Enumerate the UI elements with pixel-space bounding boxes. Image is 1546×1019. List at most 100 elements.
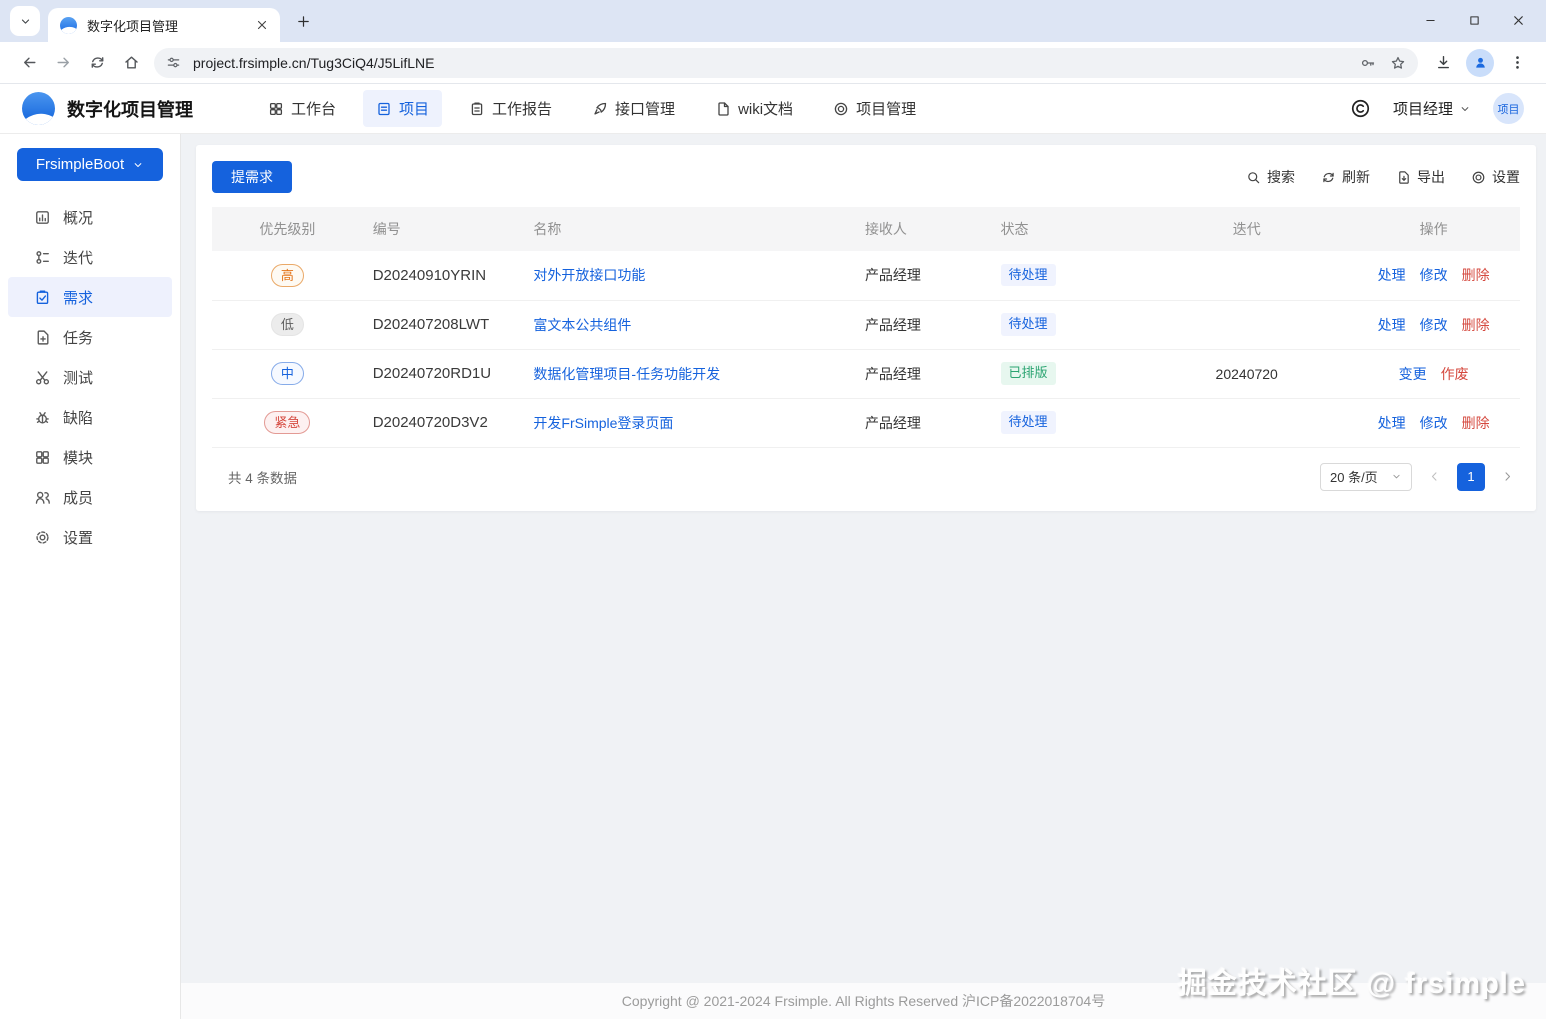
export-icon xyxy=(1396,170,1411,185)
tab-title: 数字化项目管理 xyxy=(87,16,252,35)
sidebar-item-members[interactable]: 成员 xyxy=(8,477,172,517)
reload-button[interactable] xyxy=(80,46,114,80)
back-button[interactable] xyxy=(12,46,46,80)
site-favicon xyxy=(60,17,77,34)
requirement-name-link[interactable]: 富文本公共组件 xyxy=(533,317,631,333)
action-link[interactable]: 变更 xyxy=(1399,366,1427,382)
table-row: 紧急D20240720D3V2开发FrSimple登录页面产品经理待处理处理修改… xyxy=(212,398,1520,447)
action-link[interactable]: 处理 xyxy=(1378,267,1406,283)
user-role-dropdown[interactable]: 项目经理 xyxy=(1393,98,1471,119)
nav-item-api-management[interactable]: 接口管理 xyxy=(579,90,688,127)
requirement-code: D20240720RD1U xyxy=(363,349,524,398)
refresh-tool-button[interactable]: 刷新 xyxy=(1321,167,1370,187)
requirement-name-link[interactable]: 开发FrSimple登录页面 xyxy=(533,415,673,431)
tab-close-icon[interactable] xyxy=(252,15,272,35)
target-icon xyxy=(833,101,849,117)
maximize-icon xyxy=(1468,14,1481,27)
sidebar-item-task[interactable]: 任务 xyxy=(8,317,172,357)
bookmark-star-icon[interactable] xyxy=(1390,55,1406,71)
nav-item-project-management[interactable]: 项目管理 xyxy=(820,90,929,127)
project-selector-button[interactable]: FrsimpleBoot xyxy=(17,148,163,181)
sidebar-item-label: 成员 xyxy=(63,487,93,508)
gear-icon xyxy=(34,529,51,546)
chevron-down-icon xyxy=(132,159,144,171)
action-link[interactable]: 删除 xyxy=(1462,267,1490,283)
home-button[interactable] xyxy=(114,46,148,80)
requirement-code: D202407208LWT xyxy=(363,300,524,349)
module-icon xyxy=(34,449,51,466)
page-number-button[interactable]: 1 xyxy=(1457,463,1485,491)
add-requirement-button[interactable]: 提需求 xyxy=(212,161,292,193)
browser-profile-avatar[interactable] xyxy=(1466,49,1494,77)
column-header: 操作 xyxy=(1347,207,1520,251)
sidebar-menu: 概况迭代需求任务测试缺陷模块成员设置 xyxy=(0,197,180,557)
copyright-icon[interactable] xyxy=(1350,98,1371,119)
browser-tab[interactable]: 数字化项目管理 xyxy=(48,8,280,42)
next-page-button[interactable] xyxy=(1497,466,1518,487)
forward-button[interactable] xyxy=(46,46,80,80)
page-size-select[interactable]: 20 条/页 xyxy=(1320,463,1412,491)
action-link[interactable]: 修改 xyxy=(1420,267,1448,283)
action-link[interactable]: 处理 xyxy=(1378,415,1406,431)
action-link[interactable]: 删除 xyxy=(1462,317,1490,333)
action-link[interactable]: 作废 xyxy=(1441,366,1469,382)
sidebar-item-label: 缺陷 xyxy=(63,407,93,428)
iteration-cell xyxy=(1146,398,1347,447)
sidebar-item-label: 任务 xyxy=(63,327,93,348)
tab-search-button[interactable] xyxy=(10,6,40,36)
grid-icon xyxy=(268,101,284,117)
sidebar-item-label: 概况 xyxy=(63,207,93,228)
action-link[interactable]: 处理 xyxy=(1378,317,1406,333)
column-header: 接收人 xyxy=(855,207,991,251)
tool-label: 刷新 xyxy=(1342,167,1370,187)
nav-item-workbench[interactable]: 工作台 xyxy=(255,90,349,127)
window-minimize-button[interactable] xyxy=(1408,4,1452,36)
new-tab-button[interactable] xyxy=(296,14,311,29)
search-tool-button[interactable]: 搜索 xyxy=(1246,167,1295,187)
sidebar-item-module[interactable]: 模块 xyxy=(8,437,172,477)
url-text[interactable]: project.frsimple.cn/Tug3CiQ4/J5LifLNE xyxy=(193,55,1360,71)
main-content: 提需求 搜索刷新导出设置 优先级别编号名称接收人状态迭代操作 高D2024091… xyxy=(181,134,1546,1019)
minimize-icon xyxy=(1424,14,1437,27)
sidebar-item-iteration[interactable]: 迭代 xyxy=(8,237,172,277)
user-avatar[interactable]: 项目 xyxy=(1493,93,1524,124)
action-link[interactable]: 修改 xyxy=(1420,415,1448,431)
file-icon xyxy=(715,101,731,117)
sidebar-item-overview[interactable]: 概况 xyxy=(8,197,172,237)
browser-menu-button[interactable] xyxy=(1500,46,1534,80)
requirement-name-link[interactable]: 数据化管理项目-任务功能开发 xyxy=(533,366,720,382)
password-key-icon[interactable] xyxy=(1360,55,1376,71)
prev-page-button[interactable] xyxy=(1424,466,1445,487)
column-header: 名称 xyxy=(523,207,855,251)
target-icon xyxy=(1471,170,1486,185)
action-link[interactable]: 删除 xyxy=(1462,415,1490,431)
requirement-name-link[interactable]: 对外开放接口功能 xyxy=(533,267,645,283)
nav-item-work-report[interactable]: 工作报告 xyxy=(456,90,565,127)
members-icon xyxy=(34,489,51,506)
nav-item-wiki-docs[interactable]: wiki文档 xyxy=(702,90,806,127)
url-bar[interactable]: project.frsimple.cn/Tug3CiQ4/J5LifLNE xyxy=(154,48,1418,78)
copyright-text: Copyright @ 2021-2024 Frsimple. All Righ… xyxy=(622,991,1105,1011)
receiver-cell: 产品经理 xyxy=(855,349,991,398)
receiver-cell: 产品经理 xyxy=(855,398,991,447)
export-tool-button[interactable]: 导出 xyxy=(1396,167,1445,187)
column-header: 优先级别 xyxy=(212,207,363,251)
action-link[interactable]: 修改 xyxy=(1420,317,1448,333)
nav-item-project[interactable]: 项目 xyxy=(363,90,442,127)
downloads-button[interactable] xyxy=(1426,46,1460,80)
window-maximize-button[interactable] xyxy=(1452,4,1496,36)
user-role-label: 项目经理 xyxy=(1393,98,1453,119)
sidebar-item-defect[interactable]: 缺陷 xyxy=(8,397,172,437)
sidebar-item-settings[interactable]: 设置 xyxy=(8,517,172,557)
requirements-card: 提需求 搜索刷新导出设置 优先级别编号名称接收人状态迭代操作 高D2024091… xyxy=(196,145,1536,511)
sidebar-item-test[interactable]: 测试 xyxy=(8,357,172,397)
window-close-button[interactable] xyxy=(1496,4,1540,36)
settings-tool-button[interactable]: 设置 xyxy=(1471,167,1520,187)
sidebar-item-requirement[interactable]: 需求 xyxy=(8,277,172,317)
sidebar-item-label: 设置 xyxy=(63,527,93,548)
column-header: 编号 xyxy=(363,207,524,251)
app-logo xyxy=(22,92,55,125)
home-icon xyxy=(123,54,140,71)
site-info-icon[interactable] xyxy=(166,55,181,70)
chevron-down-icon xyxy=(19,15,32,28)
